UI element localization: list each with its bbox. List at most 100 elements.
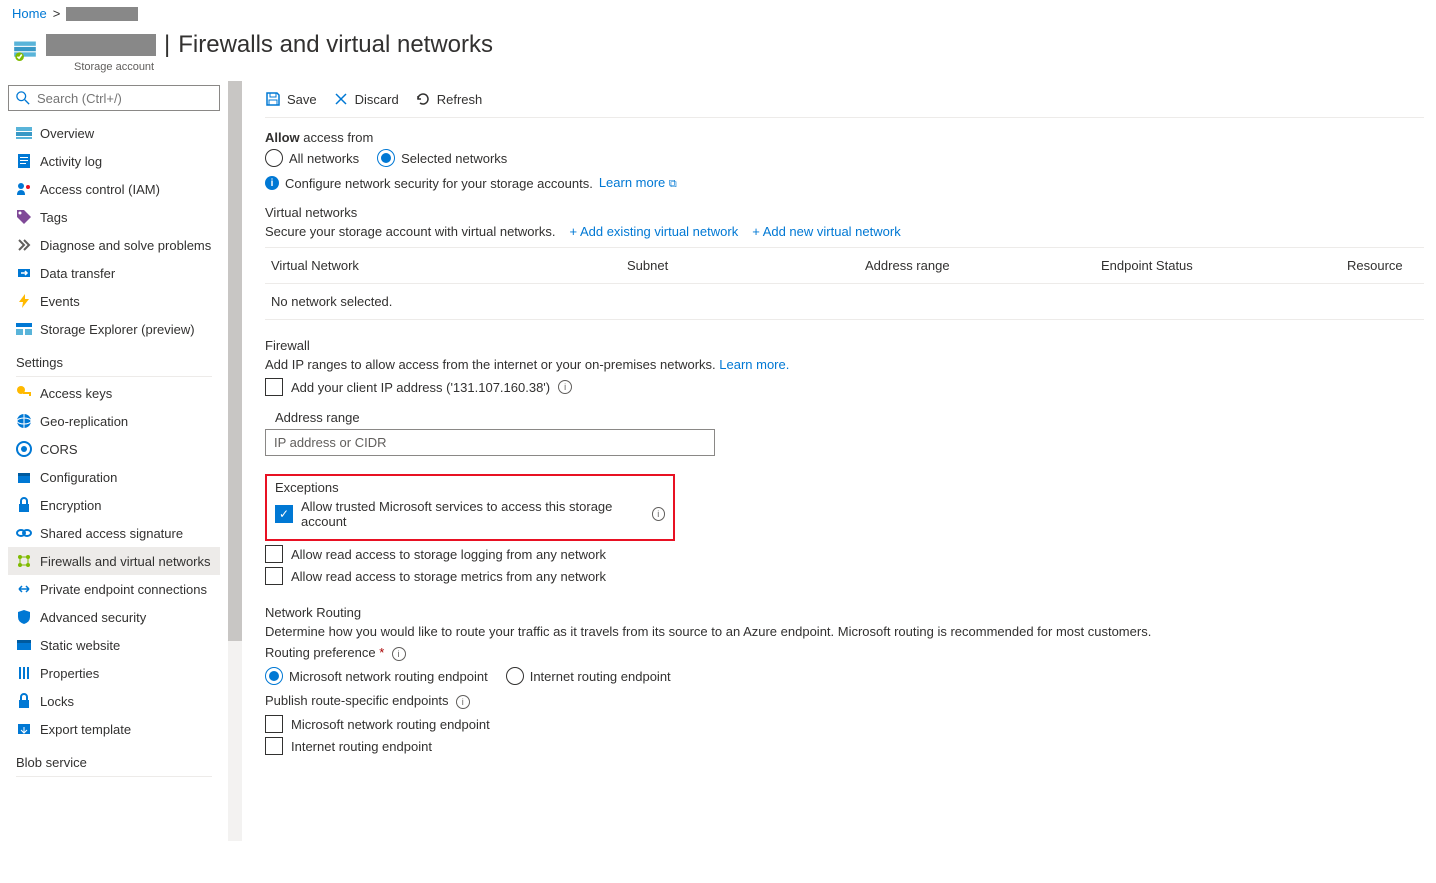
- page-header: | Firewalls and virtual networks Storage…: [0, 27, 1436, 81]
- add-client-ip-checkbox[interactable]: Add your client IP address ('131.107.160…: [265, 378, 1424, 396]
- nav-access-control[interactable]: Access control (IAM): [8, 175, 220, 203]
- save-label: Save: [287, 92, 317, 107]
- nav-data-transfer[interactable]: Data transfer: [8, 259, 220, 287]
- required-indicator: *: [379, 645, 384, 660]
- learn-more-link[interactable]: Learn more ⧉: [599, 175, 677, 191]
- nav-label: Access keys: [40, 386, 112, 401]
- firewall-icon: [16, 553, 32, 569]
- info-icon[interactable]: i: [558, 380, 572, 394]
- toolbar: Save Discard Refresh: [265, 81, 1424, 118]
- nav-geo-replication[interactable]: Geo-replication: [8, 407, 220, 435]
- export-icon: [16, 721, 32, 737]
- refresh-button[interactable]: Refresh: [415, 91, 483, 107]
- nav-diagnose[interactable]: Diagnose and solve problems: [8, 231, 220, 259]
- nav-properties[interactable]: Properties: [8, 659, 220, 687]
- access-control-icon: [16, 181, 32, 197]
- website-icon: [16, 637, 32, 653]
- virtual-networks-title: Virtual networks: [265, 205, 1424, 220]
- nav-activity-log[interactable]: Activity log: [8, 147, 220, 175]
- external-link-icon: ⧉: [669, 178, 677, 190]
- table-empty-state: No network selected.: [265, 284, 1424, 319]
- breadcrumb-home[interactable]: Home: [12, 6, 47, 21]
- publish-endpoints-label: Publish route-specific endpoints: [265, 693, 449, 708]
- nav-export-template[interactable]: Export template: [8, 715, 220, 743]
- nav-label: Configuration: [40, 470, 117, 485]
- checkbox-label: Add your client IP address ('131.107.160…: [291, 380, 550, 395]
- checkbox-icon: [265, 737, 283, 755]
- search-icon: [15, 90, 31, 106]
- firewall-title: Firewall: [265, 338, 1424, 353]
- nav-label: Encryption: [40, 498, 101, 513]
- shield-icon: [16, 609, 32, 625]
- add-new-vnet-link[interactable]: + Add new virtual network: [752, 224, 901, 239]
- lock-icon: [16, 497, 32, 513]
- nav-label: Tags: [40, 210, 67, 225]
- radio-ms-routing[interactable]: Microsoft network routing endpoint: [265, 667, 488, 685]
- nav-label: Events: [40, 294, 80, 309]
- info-icon[interactable]: i: [456, 695, 470, 709]
- activity-log-icon: [16, 153, 32, 169]
- nav-sas[interactable]: Shared access signature: [8, 519, 220, 547]
- discard-label: Discard: [355, 92, 399, 107]
- nav-label: Activity log: [40, 154, 102, 169]
- discard-button[interactable]: Discard: [333, 91, 399, 107]
- routing-title: Network Routing: [265, 605, 1424, 620]
- search-input[interactable]: [37, 91, 213, 106]
- sidebar: « Overview Activity log Access control (…: [0, 81, 228, 779]
- publish-ms-endpoint-checkbox[interactable]: Microsoft network routing endpoint: [265, 715, 1424, 733]
- sidebar-scrollbar[interactable]: [228, 81, 242, 841]
- nav-encryption[interactable]: Encryption: [8, 491, 220, 519]
- add-existing-vnet-link[interactable]: + Add existing virtual network: [569, 224, 738, 239]
- breadcrumb-sep: >: [53, 6, 61, 21]
- radio-selected-networks[interactable]: Selected networks: [377, 149, 507, 167]
- info-icon[interactable]: i: [652, 507, 665, 521]
- nav-configuration[interactable]: Configuration: [8, 463, 220, 491]
- storage-account-icon: [12, 35, 38, 61]
- info-icon[interactable]: i: [392, 647, 406, 661]
- nav-tags[interactable]: Tags: [8, 203, 220, 231]
- nav-divider: [16, 376, 212, 377]
- exceptions-highlight: Exceptions ✓ Allow trusted Microsoft ser…: [265, 474, 675, 541]
- publish-internet-endpoint-checkbox[interactable]: Internet routing endpoint: [265, 737, 1424, 755]
- nav-group-blob: Blob service: [8, 743, 220, 774]
- nav-label: Diagnose and solve problems: [40, 238, 211, 253]
- radio-all-networks[interactable]: All networks: [265, 149, 359, 167]
- nav-overview[interactable]: Overview: [8, 119, 220, 147]
- nav-access-keys[interactable]: Access keys: [8, 379, 220, 407]
- access-from-radios: All networks Selected networks: [265, 149, 1424, 167]
- nav-label: Export template: [40, 722, 131, 737]
- address-range-input[interactable]: [265, 429, 715, 456]
- tags-icon: [16, 209, 32, 225]
- endpoint-icon: [16, 581, 32, 597]
- routing-desc: Determine how you would like to route yo…: [265, 624, 1424, 639]
- nav-advanced-security[interactable]: Advanced security: [8, 603, 220, 631]
- nav-storage-explorer[interactable]: Storage Explorer (preview): [8, 315, 220, 343]
- checkbox-label: Allow read access to storage logging fro…: [291, 547, 606, 562]
- radio-label: Microsoft network routing endpoint: [289, 669, 488, 684]
- firewall-learn-more-link[interactable]: Learn more.: [719, 357, 789, 372]
- nav-locks[interactable]: Locks: [8, 687, 220, 715]
- sidebar-search[interactable]: [8, 85, 220, 111]
- nav-label: CORS: [40, 442, 78, 457]
- events-icon: [16, 293, 32, 309]
- table-header: Virtual Network Subnet Address range End…: [265, 248, 1424, 284]
- breadcrumb: Home >: [0, 0, 1436, 27]
- firewall-desc: Add IP ranges to allow access from the i…: [265, 357, 716, 372]
- metrics-access-checkbox[interactable]: Allow read access to storage metrics fro…: [265, 567, 1424, 585]
- radio-internet-routing[interactable]: Internet routing endpoint: [506, 667, 671, 685]
- trusted-services-checkbox[interactable]: ✓ Allow trusted Microsoft services to ac…: [275, 499, 665, 529]
- checkbox-label: Allow trusted Microsoft services to acce…: [301, 499, 644, 529]
- col-endpoint-status: Endpoint Status: [1101, 258, 1347, 273]
- nav-events[interactable]: Events: [8, 287, 220, 315]
- nav-cors[interactable]: CORS: [8, 435, 220, 463]
- diagnose-icon: [16, 237, 32, 253]
- nav-private-endpoint[interactable]: Private endpoint connections: [8, 575, 220, 603]
- save-icon: [265, 91, 281, 107]
- key-icon: [16, 385, 32, 401]
- nav-static-website[interactable]: Static website: [8, 631, 220, 659]
- radio-icon: [265, 667, 283, 685]
- logging-access-checkbox[interactable]: Allow read access to storage logging fro…: [265, 545, 1424, 563]
- save-button[interactable]: Save: [265, 91, 317, 107]
- nav-firewalls[interactable]: Firewalls and virtual networks: [8, 547, 220, 575]
- checkbox-label: Microsoft network routing endpoint: [291, 717, 490, 732]
